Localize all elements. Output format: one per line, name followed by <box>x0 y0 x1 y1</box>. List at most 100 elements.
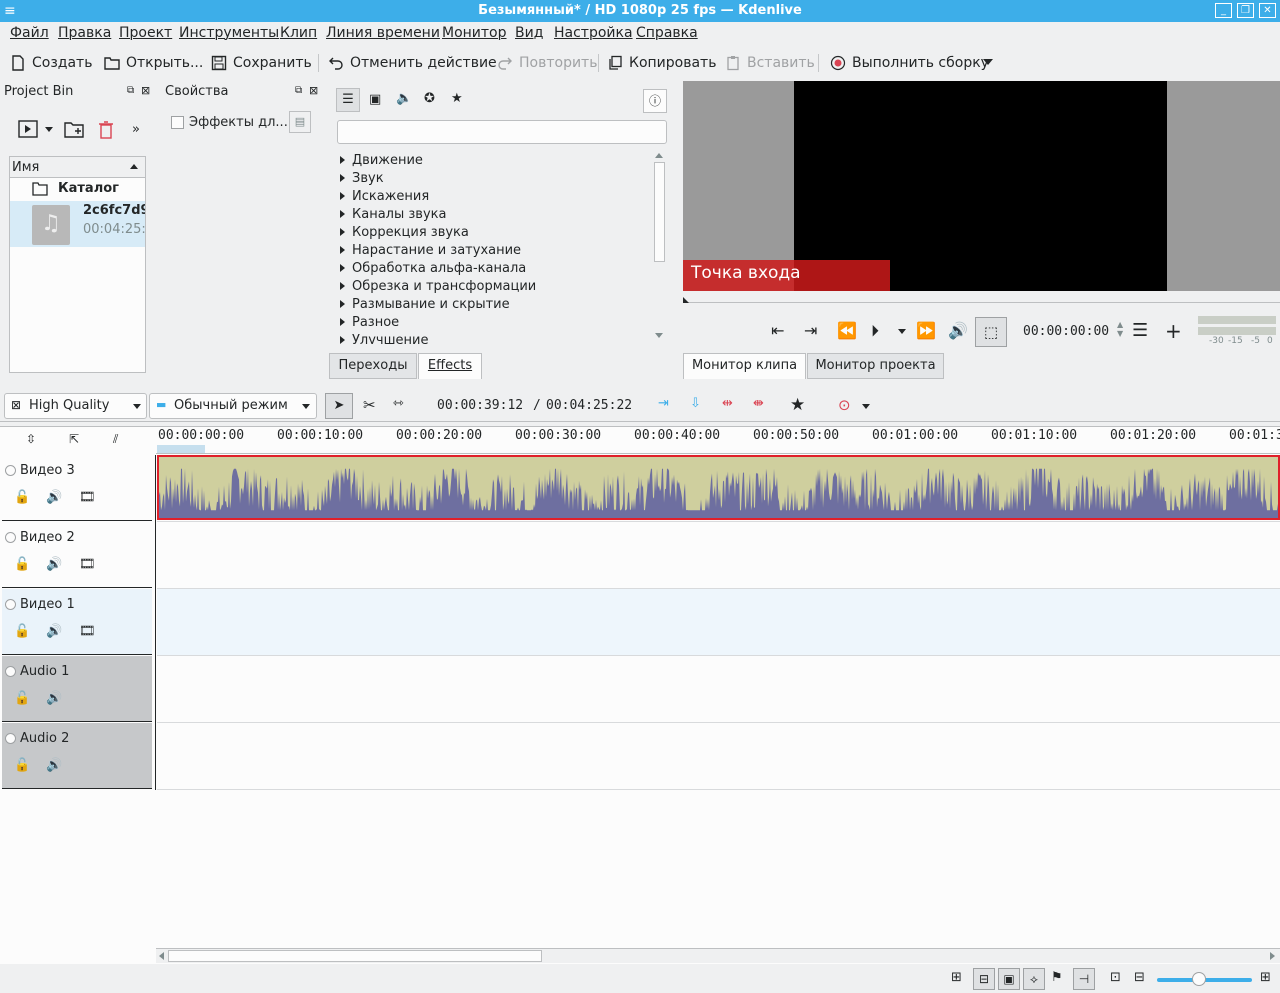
add-clip-icon[interactable] <box>18 120 38 138</box>
menu-clip[interactable]: Клип <box>280 25 317 41</box>
playhead-marker[interactable] <box>683 297 689 303</box>
snap-icon[interactable]: ⊣ <box>1073 968 1095 990</box>
lock-icon[interactable]: 🔓 <box>14 758 32 776</box>
menu-project[interactable]: Проект <box>119 25 172 41</box>
compare-icon[interactable]: ▤ <box>289 111 311 133</box>
list-view-icon[interactable]: ☰ <box>336 88 360 112</box>
menu-settings[interactable]: Настройка <box>554 25 633 41</box>
track-lane-audio1[interactable] <box>157 656 1280 723</box>
effect-category[interactable]: Каналы звука <box>338 205 446 223</box>
track-header-video2[interactable]: Видео 2 🔓 🔊 🎞 <box>2 522 152 588</box>
close-panel-icon[interactable]: ⊠ <box>141 84 150 97</box>
track-target-toggle[interactable] <box>5 666 16 677</box>
timecode-spin-icon[interactable]: ▲ ▼ <box>1117 320 1123 338</box>
lock-icon[interactable]: 🔓 <box>14 557 32 575</box>
audio-clip[interactable] <box>157 455 1280 520</box>
zone-marker[interactable] <box>157 445 205 453</box>
effect-category[interactable]: Разное <box>338 313 399 331</box>
extract-icon[interactable]: ⇹ <box>722 396 733 411</box>
mute-audio-icon[interactable]: 🔊 <box>46 624 64 642</box>
clip-row[interactable]: ♫ 2c6fc7d99 00:04:25:2 <box>10 201 145 247</box>
sort-arrow-icon[interactable] <box>130 164 138 169</box>
insert-icon[interactable]: ⇥ <box>658 396 669 411</box>
audio-effects-icon[interactable]: 🔈 <box>396 91 412 106</box>
monitor-timecode[interactable]: 00:00:00:00 <box>1023 324 1109 339</box>
scroll-thumb[interactable] <box>168 950 542 962</box>
render-dropdown-icon[interactable] <box>983 59 993 65</box>
custom-effects-icon[interactable]: ✪ <box>424 91 435 106</box>
minimize-button[interactable]: _ <box>1215 3 1232 18</box>
scroll-thumb[interactable] <box>654 162 665 262</box>
add-folder-icon[interactable] <box>64 120 84 138</box>
mute-audio-icon[interactable]: 🔊 <box>46 691 64 709</box>
effect-category[interactable]: Обработка альфа-канала <box>338 259 526 277</box>
track-header-audio2[interactable]: Audio 2 🔓 🔊 <box>2 723 152 789</box>
lift-icon[interactable]: ⇼ <box>753 396 764 411</box>
close-panel-icon[interactable]: ⊠ <box>309 84 318 97</box>
selection-tool-icon[interactable]: ➤ <box>325 393 353 419</box>
tab-project-monitor[interactable]: Монитор проекта <box>807 353 944 379</box>
redo-button[interactable]: Повторить <box>497 52 597 74</box>
scroll-down-icon[interactable] <box>655 333 663 338</box>
volume-icon[interactable]: 🔊 <box>948 321 968 340</box>
scroll-left-icon[interactable] <box>159 952 164 960</box>
menu-timeline[interactable]: Линия времени <box>326 25 440 41</box>
open-button[interactable]: Открыть... <box>104 52 203 74</box>
folder-row[interactable]: Каталог <box>10 179 145 199</box>
mute-audio-icon[interactable]: 🔊 <box>46 758 64 776</box>
show-video-thumbnails-icon[interactable]: ▣ <box>998 968 1020 990</box>
tab-clip-monitor[interactable]: Монитор клипа <box>683 353 806 379</box>
maximize-button[interactable]: ❐ <box>1237 3 1254 18</box>
set-zone-start-icon[interactable]: ⇤ <box>771 321 784 340</box>
close-button[interactable]: ✕ <box>1259 3 1276 18</box>
render-button[interactable]: Выполнить сборку <box>830 52 989 74</box>
edit-mode-select[interactable]: ▬ Обычный режим <box>149 393 317 419</box>
new-button[interactable]: Создать <box>10 52 92 74</box>
show-thumbnails-icon[interactable]: ⊞ <box>951 970 962 985</box>
set-zone-end-icon[interactable]: ⇥ <box>804 321 817 340</box>
lock-icon[interactable]: 🔓 <box>14 691 32 709</box>
hide-video-icon[interactable]: 🎞 <box>79 490 97 508</box>
menu-tools[interactable]: Инструменты <box>179 25 279 41</box>
video-effects-icon[interactable]: ▣ <box>369 92 381 107</box>
zoom-in-icon[interactable]: ⊞ <box>1260 970 1271 985</box>
expand-tracks-icon[interactable]: ⇱ <box>69 432 79 446</box>
hide-video-icon[interactable]: 🎞 <box>79 557 97 575</box>
float-panel-icon[interactable]: ⧉ <box>127 85 134 96</box>
track-lane-audio2[interactable] <box>157 723 1280 790</box>
scroll-up-icon[interactable] <box>655 153 663 158</box>
zoom-slider-handle[interactable] <box>1192 972 1206 986</box>
track-target-toggle[interactable] <box>5 733 16 744</box>
zoom-frame-icon[interactable]: ⬚ <box>975 317 1007 347</box>
track-header-audio1[interactable]: Audio 1 🔓 🔊 <box>2 656 152 722</box>
effect-category[interactable]: Нарастание и затухание <box>338 241 521 259</box>
add-clip-dropdown-icon[interactable] <box>45 127 53 132</box>
effect-category[interactable]: Улучшение <box>338 331 428 344</box>
track-header-video1[interactable]: Видео 1 🔓 🔊 🎞 <box>2 589 152 655</box>
effect-category[interactable]: Коррекция звука <box>338 223 469 241</box>
tab-transitions[interactable]: Переходы <box>329 353 417 379</box>
overwrite-icon[interactable]: ⇩ <box>690 396 701 411</box>
play-icon[interactable]: ⏵ <box>871 321 879 341</box>
more-icon[interactable]: » <box>132 122 140 137</box>
favorites-icon[interactable]: ★ <box>451 91 463 106</box>
delete-icon[interactable] <box>98 121 114 139</box>
effect-category[interactable]: Обрезка и трансформации <box>338 277 536 295</box>
chevron-down-icon[interactable] <box>862 404 870 409</box>
hide-video-icon[interactable]: 🎞 <box>79 624 97 642</box>
mute-audio-icon[interactable]: 🔊 <box>46 557 64 575</box>
menu-help[interactable]: Справка <box>636 25 698 41</box>
scroll-right-icon[interactable] <box>1270 952 1275 960</box>
paste-button[interactable]: Вставить <box>725 52 815 74</box>
razor-tool-icon[interactable]: ✂ <box>363 396 376 414</box>
show-markers-icon[interactable]: ⚑ <box>1051 970 1063 985</box>
track-header-video3[interactable]: Видео 3 🔓 🔊 🎞 <box>2 455 152 521</box>
menu-edit[interactable]: Правка <box>58 25 111 41</box>
mute-audio-icon[interactable]: 🔊 <box>46 490 64 508</box>
effect-category[interactable]: Искажения <box>338 187 429 205</box>
track-target-toggle[interactable] <box>5 532 16 543</box>
collapse-tracks-icon[interactable]: ⇳ <box>26 432 36 446</box>
monitor-menu-icon[interactable]: ☰ <box>1132 320 1148 341</box>
show-audio-thumbnails-icon[interactable]: ⊟ <box>973 968 995 990</box>
effects-scrollbar[interactable] <box>653 150 666 343</box>
